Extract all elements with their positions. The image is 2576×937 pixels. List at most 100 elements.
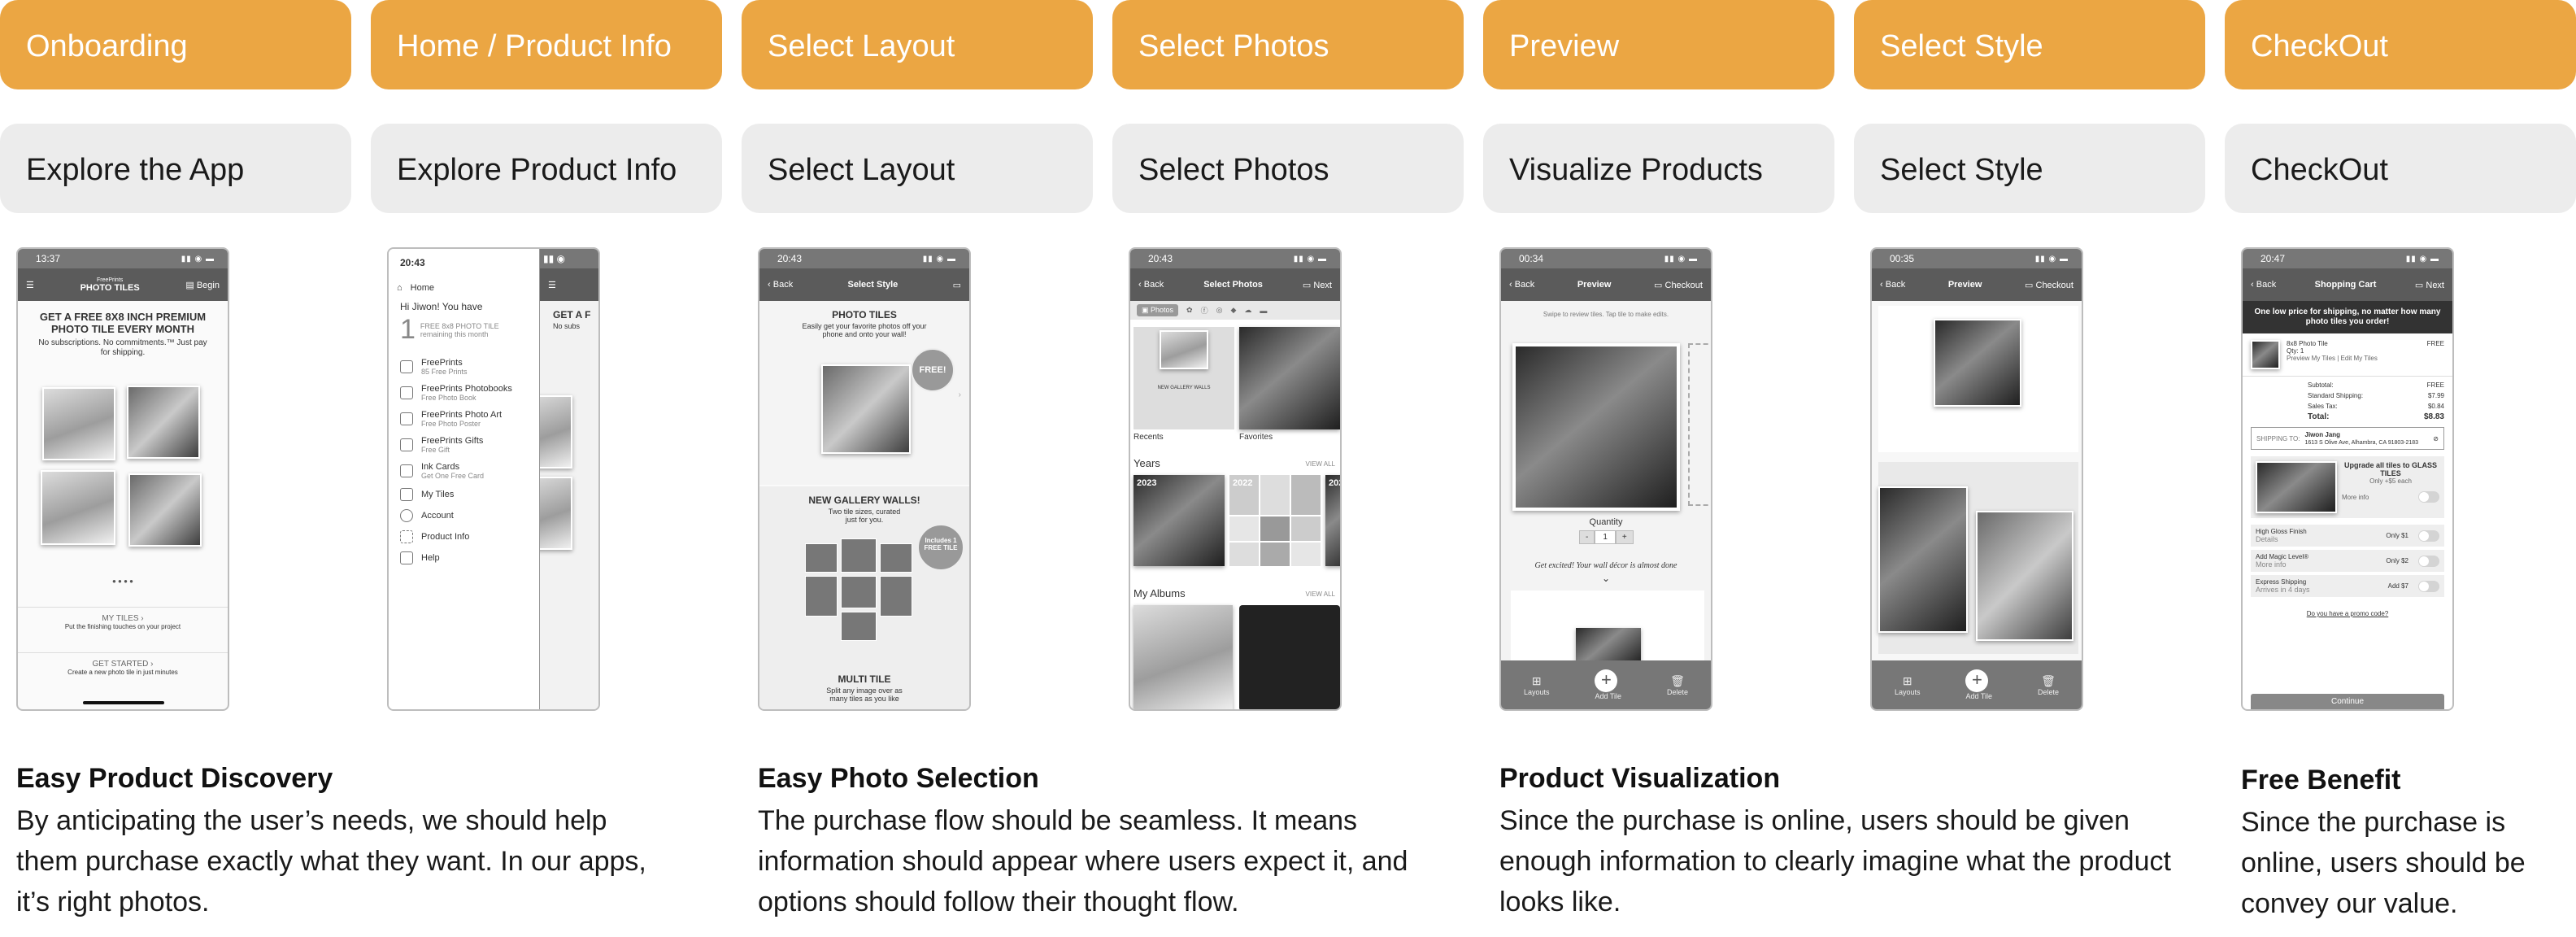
nav-bar: ‹ Back Select Style ▭ xyxy=(759,268,969,301)
menu-item-photobooks[interactable]: FreePrints Photobooks Free Photo Book xyxy=(389,380,539,406)
back-button[interactable]: ‹ Back xyxy=(1509,280,1534,290)
peek-screen[interactable]: ▮▮ ◉ ☰ GET A F No subs xyxy=(524,249,598,709)
upgrade-toggle[interactable] xyxy=(2418,491,2439,503)
row-value: $0.84 xyxy=(2427,403,2444,410)
folder-icon[interactable]: ▬ xyxy=(1260,307,1267,315)
menu-item-photo-art[interactable]: FreePrints Photo Art Free Photo Poster xyxy=(389,406,539,432)
album-card[interactable] xyxy=(1239,605,1340,709)
back-button[interactable]: ‹ Back xyxy=(768,280,793,290)
flower-icon[interactable]: ✿ xyxy=(1186,306,1193,315)
menu-sub: 85 Free Prints xyxy=(421,368,468,376)
menu-home[interactable]: ⌂ Home xyxy=(389,277,539,299)
card-title: MULTI TILE xyxy=(838,673,891,685)
instagram-icon[interactable]: ◎ xyxy=(1216,306,1223,315)
delete-button[interactable]: 🗑 Delete xyxy=(1667,674,1688,696)
chat-icon[interactable]: ▭ xyxy=(953,280,961,290)
next-button[interactable]: ▭ Next xyxy=(1303,280,1332,290)
decrement-button[interactable]: - xyxy=(1579,530,1595,544)
next-button[interactable]: ▭ Next xyxy=(2415,280,2444,290)
layouts-button[interactable]: ⊞ Layouts xyxy=(1895,674,1921,696)
status-bar: 00:35 ▮▮ ◉ ▬ xyxy=(1872,249,2082,268)
menu-item-gifts[interactable]: FreePrints Gifts Free Gift xyxy=(389,432,539,458)
menu-item-help[interactable]: Help xyxy=(389,547,539,569)
year-card[interactable]: 2022 xyxy=(1229,475,1321,566)
chevron-down-icon[interactable]: ⌄ xyxy=(1501,573,1711,584)
menu-item-freeprints[interactable]: FreePrints 85 Free Prints xyxy=(389,354,539,380)
logo-top: FreePrints xyxy=(96,277,124,283)
more-info-link[interactable]: More info xyxy=(2342,494,2369,501)
get-started-label: GET STARTED › xyxy=(92,660,154,669)
cloud-icon[interactable]: ☁ xyxy=(1244,306,1251,315)
promo-code-link[interactable]: Do you have a promo code? xyxy=(2243,610,2452,617)
back-button[interactable]: ‹ Back xyxy=(1138,280,1164,290)
my-tiles-link[interactable]: MY TILES › Put the finishing touches on y… xyxy=(18,607,228,630)
option-price: Add $7 xyxy=(2387,582,2408,590)
gallery-tile xyxy=(880,543,912,573)
add-tile-button[interactable]: + Add Tile xyxy=(1965,669,1992,700)
checkout-button[interactable]: ▭ Checkout xyxy=(2025,280,2073,290)
peek-subline: No subs xyxy=(553,322,581,330)
quantity-stepper[interactable]: - 1 + xyxy=(1579,530,1634,544)
menu-item-account[interactable]: Account xyxy=(389,505,539,526)
menu-label: FreePrints Photo Art xyxy=(421,410,503,420)
layout-card-gallery-walls[interactable]: NEW GALLERY WALLS! Two tile sizes, curat… xyxy=(759,486,969,709)
menu-item-ink-cards[interactable]: Ink Cards Get One Free Card xyxy=(389,458,539,484)
row-value: $7.99 xyxy=(2427,392,2444,399)
view-all-link[interactable]: VIEW ALL xyxy=(1306,591,1335,598)
album-label: NEW GALLERY WALLS xyxy=(1157,386,1211,390)
option-toggle[interactable] xyxy=(2418,555,2439,567)
plus-icon: + xyxy=(1965,669,1989,692)
sample-photo xyxy=(42,387,115,460)
menu-icon[interactable]: ☰ xyxy=(548,280,556,290)
item-thumb xyxy=(2251,340,2280,369)
year-card[interactable]: 202 xyxy=(1325,475,1340,566)
dropbox-icon[interactable]: ◆ xyxy=(1230,306,1236,315)
glass-tile-photo xyxy=(2256,461,2337,513)
year-card[interactable]: 2023 xyxy=(1134,475,1225,566)
get-started-link[interactable]: GET STARTED › Create a new photo tile in … xyxy=(18,652,228,676)
row-label: Total: xyxy=(2308,412,2330,421)
layout-card-photo-tiles[interactable]: PHOTO TILES Easily get your favorite pho… xyxy=(759,301,969,485)
menu-label: Product Info xyxy=(421,532,470,542)
continue-button[interactable]: Continue xyxy=(2251,694,2444,709)
page-dots[interactable]: ● ● ● ● xyxy=(18,577,228,585)
column-checkout: CheckOut CheckOut 20:47 ▮▮ ◉ ▬ ‹ Back Shop… xyxy=(2225,0,2576,919)
tab-photos[interactable]: ▣ Photos xyxy=(1137,304,1179,316)
edit-icon[interactable]: ⊘ xyxy=(2433,435,2439,442)
menu-icon[interactable]: ☰ xyxy=(26,280,34,290)
promo-subline: No subscriptions. No commitments.™ Just … xyxy=(38,338,207,357)
back-button[interactable]: ‹ Back xyxy=(2251,280,2276,290)
menu-item-my-tiles[interactable]: My Tiles xyxy=(389,484,539,505)
next-tile-placeholder[interactable] xyxy=(1688,343,1711,506)
add-tile-button[interactable]: + Add Tile xyxy=(1595,669,1621,700)
nav-bar: ‹ Back Shopping Cart ▭ Next xyxy=(2243,268,2452,301)
quantity-value: 1 xyxy=(1595,530,1616,544)
home-icon: ⌂ xyxy=(397,283,402,293)
option-toggle[interactable] xyxy=(2418,530,2439,542)
tile-preview[interactable] xyxy=(1512,343,1680,511)
menu-list: FreePrints 85 Free Prints FreePrints Phot… xyxy=(389,346,539,569)
view-all-link[interactable]: VIEW ALL xyxy=(1306,460,1335,468)
item-links[interactable]: Preview My Tiles | Edit My Tiles xyxy=(2287,355,2421,362)
album-card[interactable] xyxy=(1134,605,1233,709)
layouts-button[interactable]: ⊞ Layouts xyxy=(1524,674,1550,696)
facebook-icon[interactable]: ⓕ xyxy=(1201,305,1208,316)
gallery-tile xyxy=(805,576,838,617)
checkout-button[interactable]: ▭ Checkout xyxy=(1654,280,1703,290)
tile-preview[interactable] xyxy=(1934,319,2021,407)
increment-button[interactable]: + xyxy=(1615,530,1634,544)
next-label: Next xyxy=(2426,280,2444,290)
delete-button[interactable]: 🗑 Delete xyxy=(2038,674,2059,696)
item-name: 8x8 Photo Tile xyxy=(2287,340,2328,347)
select-photos-screen: 20:43 ▮▮ ◉ ▬ ‹ Back Select Photos ▭ Next ▣ … xyxy=(1129,247,1342,711)
signal-icon: ▮▮ ◉ ▬ xyxy=(922,254,956,264)
years-heading: Years xyxy=(1134,457,1160,469)
gallery-tile xyxy=(841,538,877,573)
option-toggle[interactable] xyxy=(2418,580,2439,592)
back-button[interactable]: ‹ Back xyxy=(1880,280,1905,290)
card-subtitle: Easily get your favorite photos off your… xyxy=(802,322,927,338)
favorites-album[interactable] xyxy=(1239,327,1340,429)
begin-button[interactable]: ▤ Begin xyxy=(185,280,220,290)
menu-item-product-info[interactable]: Product Info xyxy=(389,526,539,547)
shipping-address[interactable]: SHIPPING TO: Jiwon Jang 1613 S Olive Ave,… xyxy=(2251,427,2444,450)
